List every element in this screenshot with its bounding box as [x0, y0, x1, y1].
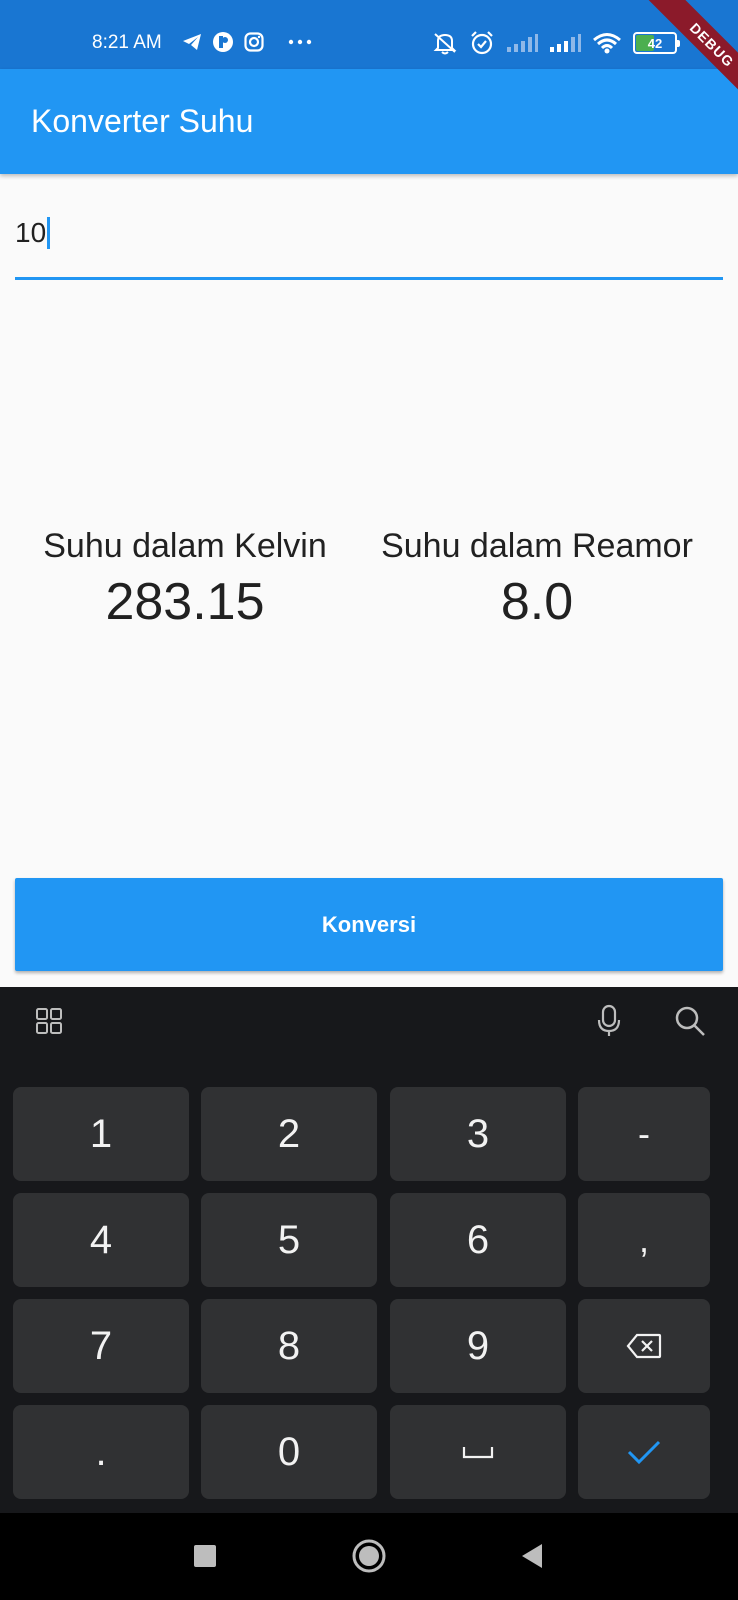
instagram-icon	[244, 32, 264, 52]
status-left-icons	[182, 31, 312, 53]
done-key[interactable]	[578, 1405, 710, 1499]
reamur-result: Suhu dalam Reamor 8.0	[367, 520, 707, 632]
back-icon[interactable]	[502, 1526, 562, 1586]
reamur-label: Suhu dalam Reamor	[381, 527, 693, 565]
reamur-value: 8.0	[500, 573, 574, 631]
status-right-icons: 42	[432, 30, 680, 56]
grid-icon[interactable]	[27, 999, 71, 1043]
numeric-keyboard: 1 2 3 - 4 5 6 , 7 8 9 . 0	[0, 987, 738, 1513]
check-icon	[627, 1439, 661, 1465]
key-0[interactable]: 0	[201, 1405, 377, 1499]
kelvin-result: Suhu dalam Kelvin 283.15	[15, 520, 355, 632]
mute-icon	[432, 31, 458, 55]
key-4[interactable]: 4	[13, 1193, 189, 1287]
key-6[interactable]: 6	[390, 1193, 566, 1287]
key-5[interactable]: 5	[201, 1193, 377, 1287]
search-icon[interactable]	[668, 999, 712, 1043]
convert-button[interactable]: Konversi	[15, 878, 723, 971]
recents-icon[interactable]	[175, 1526, 235, 1586]
key-7[interactable]: 7	[13, 1299, 189, 1393]
wifi-icon	[592, 32, 622, 54]
battery-level: 42	[647, 35, 663, 51]
more-dots-icon	[288, 39, 312, 45]
text-cursor	[47, 216, 51, 249]
temperature-input-wrapper: 10	[15, 210, 51, 256]
key-2[interactable]: 2	[201, 1087, 377, 1181]
app-bar: Konverter Suhu	[0, 69, 738, 174]
key-8[interactable]: 8	[201, 1299, 377, 1393]
key-period[interactable]: .	[13, 1405, 189, 1499]
navigation-bar	[0, 1513, 738, 1600]
space-key[interactable]	[390, 1405, 566, 1499]
microphone-icon[interactable]	[587, 999, 631, 1043]
temperature-input-value: 10	[15, 217, 47, 248]
signal-icon	[549, 33, 581, 53]
key-9[interactable]: 9	[390, 1299, 566, 1393]
battery-icon: 42	[633, 32, 680, 54]
status-bar: 8:21 AM 42	[0, 0, 738, 69]
kelvin-label: Suhu dalam Kelvin	[43, 527, 327, 565]
page-title: Konverter Suhu	[31, 103, 254, 139]
key-minus[interactable]: -	[578, 1087, 710, 1181]
key-comma[interactable]: ,	[578, 1193, 710, 1287]
backspace-key[interactable]	[578, 1299, 710, 1393]
kelvin-value: 283.15	[105, 573, 265, 631]
telegram-icon	[182, 33, 202, 51]
home-icon[interactable]	[339, 1526, 399, 1586]
key-1[interactable]: 1	[13, 1087, 189, 1181]
temperature-input[interactable]: 10	[15, 210, 723, 280]
backspace-icon	[626, 1333, 662, 1359]
status-time: 8:21 AM	[92, 32, 162, 53]
signal-icon	[506, 33, 538, 53]
key-3[interactable]: 3	[390, 1087, 566, 1181]
app-icon	[212, 31, 234, 53]
alarm-icon	[469, 30, 495, 56]
space-icon	[462, 1445, 494, 1459]
